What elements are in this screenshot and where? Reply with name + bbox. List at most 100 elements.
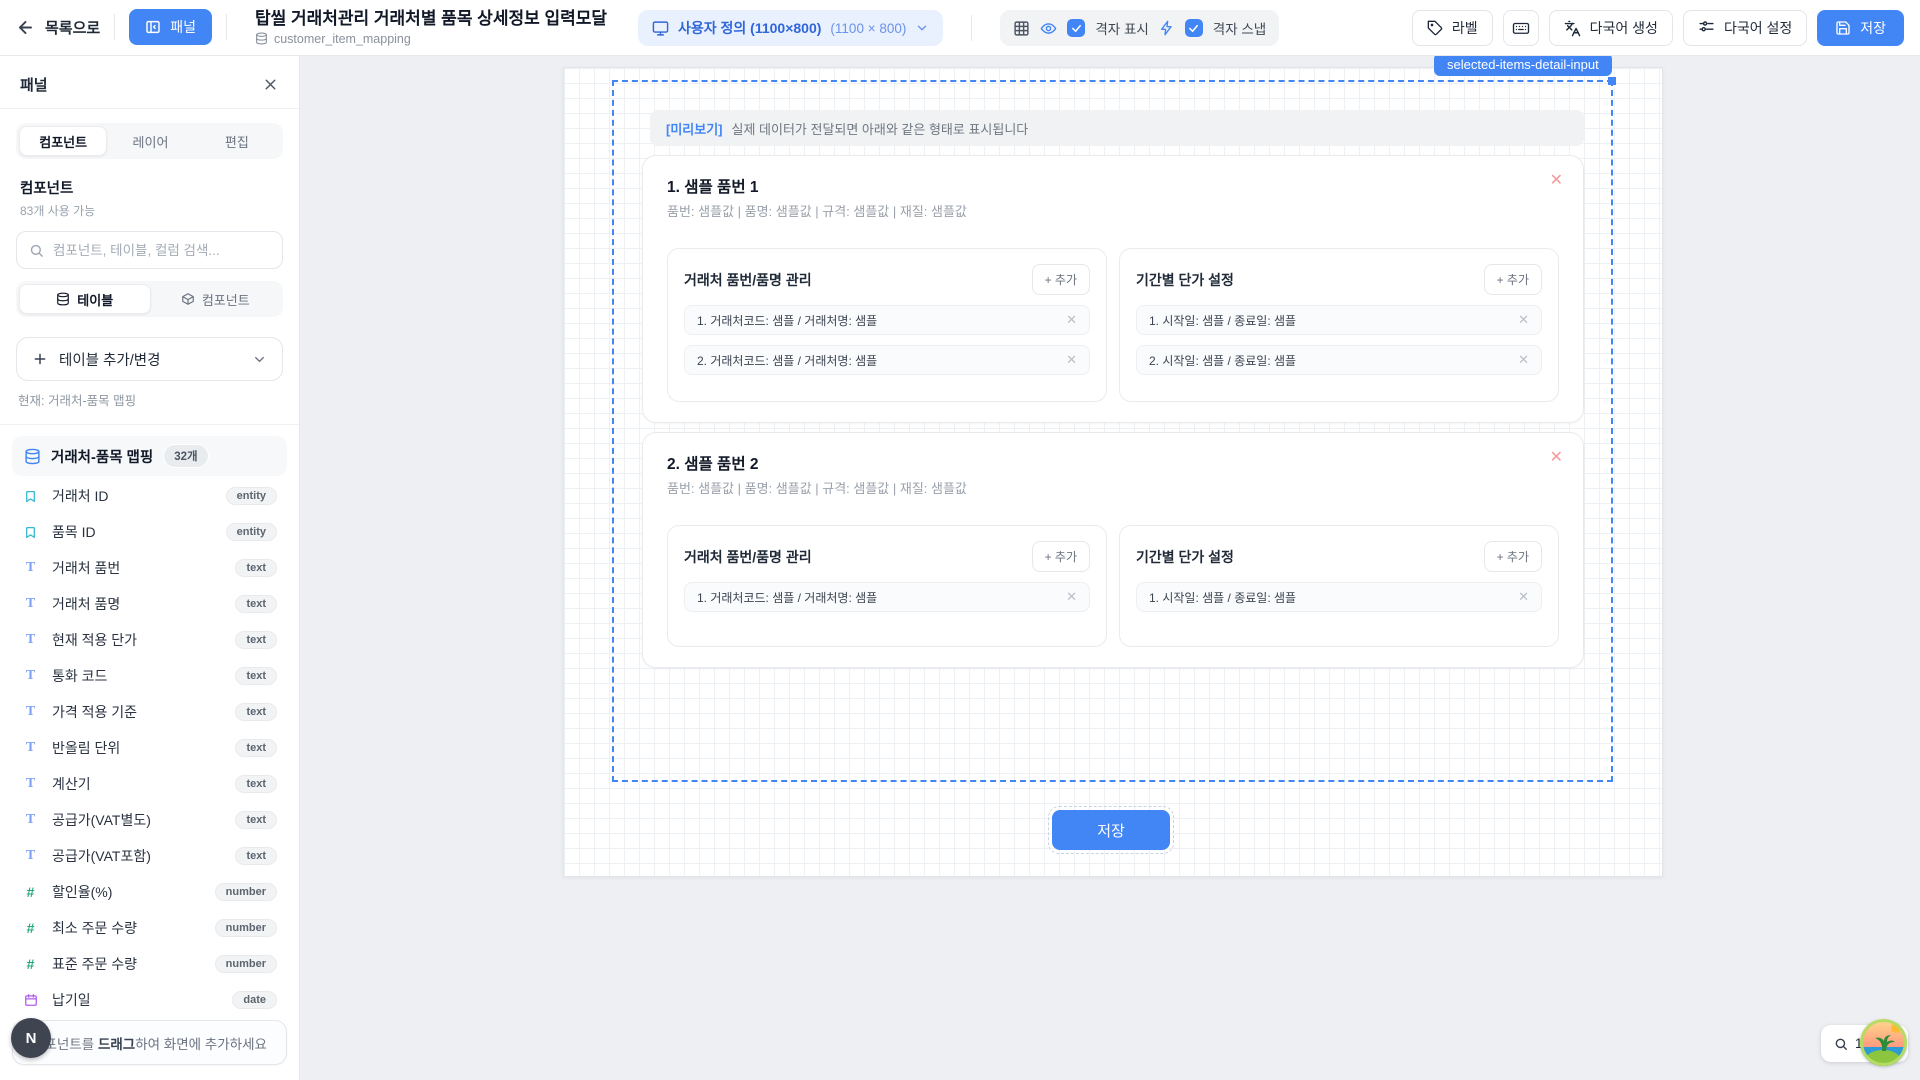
label-button[interactable]: 라벨 bbox=[1412, 10, 1493, 46]
package-icon bbox=[181, 292, 195, 306]
text-type-icon: T bbox=[22, 848, 39, 864]
grid-snap-checkbox[interactable] bbox=[1185, 19, 1203, 37]
column-item[interactable]: T 반올림 단위 text bbox=[12, 730, 287, 766]
panel-row[interactable]: 1. 시작일: 샘플 / 종료일: 샘플 ✕ bbox=[1136, 582, 1542, 612]
preview-tag: [미리보기] bbox=[666, 119, 723, 138]
i18n-settings-button[interactable]: 다국어 설정 bbox=[1683, 10, 1807, 46]
remove-row-icon[interactable]: ✕ bbox=[1066, 312, 1077, 328]
text-type-icon: T bbox=[22, 740, 39, 756]
add-row-button[interactable]: + 추가 bbox=[1032, 264, 1090, 295]
remove-row-icon[interactable]: ✕ bbox=[1518, 589, 1529, 605]
viewport-size-dropdown[interactable]: 사용자 정의 (1100×800) (1100 × 800) bbox=[638, 10, 943, 46]
add-row-button[interactable]: + 추가 bbox=[1484, 264, 1542, 295]
column-item[interactable]: # 표준 주문 수량 number bbox=[12, 946, 287, 982]
add-table-dropdown[interactable]: 테이블 추가/변경 bbox=[16, 337, 283, 381]
entity-icon bbox=[22, 490, 39, 503]
item-card[interactable]: 2. 샘플 품번 2 ✕ 품번: 샘플값 | 품명: 샘플값 | 규격: 샘플값… bbox=[642, 432, 1584, 668]
tab-layers[interactable]: 레이어 bbox=[107, 126, 193, 156]
remove-row-icon[interactable]: ✕ bbox=[1518, 352, 1529, 368]
source-tabs: 테이블 컴포넌트 bbox=[16, 281, 283, 317]
column-item[interactable]: 납기일 date bbox=[12, 982, 287, 1018]
preview-text: 실제 데이터가 전달되면 아래와 같은 형태로 표시됩니다 bbox=[732, 119, 1029, 138]
components-section-title: 컴포넌트 bbox=[20, 177, 279, 198]
column-item[interactable]: T 공급가(VAT포함) text bbox=[12, 838, 287, 874]
top-toolbar: 목록으로 패널 탑씰 거래처관리 거래처별 품목 상세정보 입력모달 custo… bbox=[0, 0, 1920, 56]
table-item[interactable]: 거래처-품목 맵핑 32개 bbox=[12, 436, 287, 476]
add-row-button[interactable]: + 추가 bbox=[1484, 541, 1542, 572]
tab-tables[interactable]: 테이블 bbox=[19, 284, 151, 314]
component-panel: 패널 컴포넌트 레이어 편집 컴포넌트 83개 사용 가능 테이블 컴포넌트 테… bbox=[0, 56, 300, 1080]
table-subtitle: customer_item_mapping bbox=[274, 32, 411, 46]
column-item[interactable]: T 가격 적용 기준 text bbox=[12, 694, 287, 730]
item-meta: 품번: 샘플값 | 품명: 샘플값 | 규격: 샘플값 | 재질: 샘플값 bbox=[667, 201, 967, 220]
panel-title: 패널 bbox=[20, 74, 48, 95]
panel-row[interactable]: 1. 거래처코드: 샘플 / 거래처명: 샘플 ✕ bbox=[684, 582, 1090, 612]
i18n-generate-button[interactable]: 다국어 생성 bbox=[1549, 10, 1673, 46]
search-input[interactable] bbox=[53, 243, 270, 258]
save-button[interactable]: 저장 bbox=[1817, 10, 1904, 46]
database-icon bbox=[255, 32, 268, 45]
tab-edit[interactable]: 편집 bbox=[194, 126, 280, 156]
page-title: 탑씰 거래처관리 거래처별 품목 상세정보 입력모달 bbox=[255, 9, 607, 29]
divider bbox=[0, 424, 299, 425]
back-label: 목록으로 bbox=[45, 17, 100, 38]
panel-row[interactable]: 1. 시작일: 샘플 / 종료일: 샘플 ✕ bbox=[1136, 305, 1542, 335]
divider bbox=[971, 15, 972, 41]
selection-handle[interactable] bbox=[1608, 77, 1616, 85]
panel-toggle-button[interactable]: 패널 bbox=[129, 9, 212, 45]
grid-icon bbox=[1013, 20, 1030, 37]
panel-tabs: 컴포넌트 레이어 편집 bbox=[16, 123, 283, 159]
keyboard-shortcuts-button[interactable] bbox=[1503, 10, 1539, 46]
keyboard-icon bbox=[1512, 19, 1530, 37]
panel-row[interactable]: 2. 거래처코드: 샘플 / 거래처명: 샘플 ✕ bbox=[684, 345, 1090, 375]
close-icon[interactable] bbox=[262, 76, 279, 93]
column-item[interactable]: T 현재 적용 단가 text bbox=[12, 622, 287, 658]
text-type-icon: T bbox=[22, 812, 39, 828]
column-item[interactable]: # 최소 주문 수량 number bbox=[12, 910, 287, 946]
column-item[interactable]: # 할인율(%) number bbox=[12, 874, 287, 910]
column-item[interactable]: T 계산기 text bbox=[12, 766, 287, 802]
canvas-save-button[interactable]: 저장 bbox=[1052, 810, 1170, 850]
preview-banner: [미리보기] 실제 데이터가 전달되면 아래와 같은 형태로 표시됩니다 bbox=[650, 110, 1584, 146]
tab-components-source[interactable]: 컴포넌트 bbox=[151, 284, 281, 314]
grid-show-checkbox[interactable] bbox=[1067, 19, 1085, 37]
column-list: 거래처 ID entity 품목 ID entity T 거래처 품번 text… bbox=[0, 476, 299, 1054]
panel-row[interactable]: 1. 거래처코드: 샘플 / 거래처명: 샘플 ✕ bbox=[684, 305, 1090, 335]
remove-row-icon[interactable]: ✕ bbox=[1066, 589, 1077, 605]
column-item[interactable]: 품목 ID entity bbox=[12, 514, 287, 550]
table-name: 거래처-품목 맵핑 bbox=[51, 446, 153, 467]
column-item[interactable]: T 공급가(VAT별도) text bbox=[12, 802, 287, 838]
item-card[interactable]: 1. 샘플 품번 1 ✕ 품번: 샘플값 | 품명: 샘플값 | 규격: 샘플값… bbox=[642, 155, 1584, 423]
monitor-icon bbox=[652, 20, 669, 37]
column-item[interactable]: T 거래처 품번 text bbox=[12, 550, 287, 586]
column-item[interactable]: 거래처 ID entity bbox=[12, 478, 287, 514]
arrow-left-icon bbox=[16, 18, 35, 37]
column-item[interactable]: T 거래처 품명 text bbox=[12, 586, 287, 622]
remove-item-icon[interactable]: ✕ bbox=[1550, 450, 1563, 466]
remove-row-icon[interactable]: ✕ bbox=[1066, 352, 1077, 368]
remove-item-icon[interactable]: ✕ bbox=[1550, 173, 1563, 189]
column-item[interactable]: T 통화 코드 text bbox=[12, 658, 287, 694]
back-to-list-button[interactable]: 목록으로 bbox=[16, 17, 100, 38]
panel-title: 거래처 품번/품명 관리 bbox=[684, 270, 812, 290]
number-type-icon: # bbox=[22, 884, 39, 900]
panel-title: 기간별 단가 설정 bbox=[1136, 547, 1234, 567]
search-icon bbox=[29, 243, 44, 258]
save-component-wrapper: 저장 bbox=[1048, 806, 1174, 854]
magnifier-icon bbox=[1834, 1037, 1848, 1051]
period-price-panel: 기간별 단가 설정 + 추가 1. 시작일: 샘플 / 종료일: 샘플 ✕ bbox=[1119, 525, 1559, 647]
text-type-icon: T bbox=[22, 596, 39, 612]
panel-row[interactable]: 2. 시작일: 샘플 / 종료일: 샘플 ✕ bbox=[1136, 345, 1542, 375]
design-artboard[interactable]: [미리보기] 실제 데이터가 전달되면 아래와 같은 형태로 표시됩니다 1. … bbox=[563, 67, 1663, 877]
remove-row-icon[interactable]: ✕ bbox=[1518, 312, 1529, 328]
sliders-icon bbox=[1698, 20, 1715, 37]
add-row-button[interactable]: + 추가 bbox=[1032, 541, 1090, 572]
tab-components[interactable]: 컴포넌트 bbox=[19, 126, 107, 156]
text-type-icon: T bbox=[22, 632, 39, 648]
component-search[interactable] bbox=[16, 231, 283, 269]
eye-icon[interactable] bbox=[1040, 20, 1057, 37]
island-avatar-icon bbox=[1860, 1019, 1907, 1066]
plus-icon bbox=[32, 351, 48, 367]
customer-codes-panel: 거래처 품번/품명 관리 + 추가 1. 거래처코드: 샘플 / 거래처명: 샘… bbox=[667, 525, 1107, 647]
table-count-badge: 32개 bbox=[163, 444, 208, 468]
